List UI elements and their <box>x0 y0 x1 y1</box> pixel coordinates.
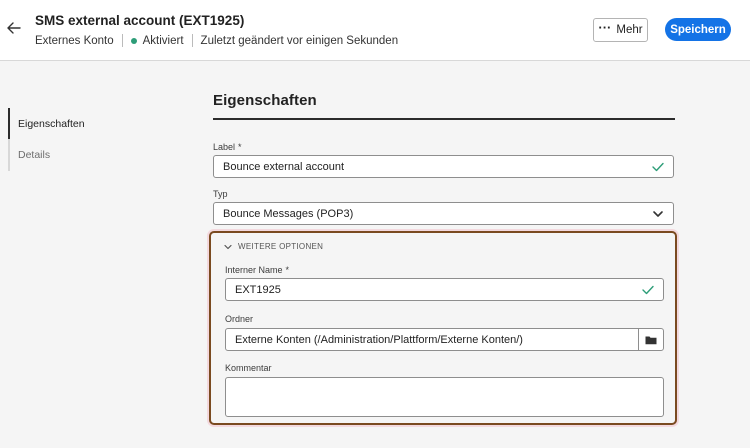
status-badge: Aktiviert <box>142 34 184 47</box>
type-field-label: Typ <box>213 189 228 199</box>
divider <box>191 34 193 47</box>
sidebar-item-details[interactable]: Details <box>8 139 148 171</box>
more-button-label: Mehr <box>616 24 643 36</box>
sidebar: Eigenschaften Details <box>0 62 200 448</box>
label-input-value: Bounce external account <box>223 160 345 173</box>
folder-value: Externe Konten (/Administration/Plattfor… <box>235 333 523 346</box>
status-dot-icon <box>130 37 137 44</box>
chevron-down-icon <box>653 210 663 217</box>
internal-name-input[interactable]: EXT1925 <box>225 278 664 301</box>
more-button[interactable]: ··· Mehr <box>593 18 648 42</box>
arrow-left-icon <box>7 22 21 34</box>
section-divider <box>213 118 675 120</box>
internal-name-label: Interner Name * <box>225 265 290 275</box>
more-options-toggle[interactable]: WEITERE OPTIONEN <box>224 242 323 251</box>
folder-field-label: Ordner <box>225 314 254 324</box>
page-title: SMS external account (EXT1925) <box>35 13 245 28</box>
required-icon: * <box>238 142 242 152</box>
sidebar-item-eigenschaften[interactable]: Eigenschaften <box>8 108 148 140</box>
type-select-value: Bounce Messages (POP3) <box>223 207 354 220</box>
last-modified: Zuletzt geändert vor einigen Sekunden <box>200 34 399 47</box>
more-options-label: WEITERE OPTIONEN <box>238 242 324 251</box>
page-header: SMS external account (EXT1925) Externes … <box>0 0 750 61</box>
back-button[interactable] <box>4 18 24 38</box>
save-button[interactable]: Speichern <box>665 18 731 41</box>
internal-name-value: EXT1925 <box>235 283 281 296</box>
checkmark-icon <box>642 285 654 294</box>
comment-textarea[interactable] <box>225 377 664 417</box>
ellipsis-icon: ··· <box>598 19 612 35</box>
type-select[interactable]: Bounce Messages (POP3) <box>213 202 674 225</box>
checkmark-icon <box>652 162 664 171</box>
folder-input[interactable]: Externe Konten (/Administration/Plattfor… <box>225 328 664 351</box>
comment-field-label: Kommentar <box>225 363 272 373</box>
divider <box>121 34 123 47</box>
header-meta: Externes Konto Aktiviert Zuletzt geänder… <box>35 34 398 47</box>
section-title: Eigenschaften <box>213 92 317 109</box>
label-field-label: Label * <box>213 142 242 152</box>
more-options-panel: WEITERE OPTIONEN Interner Name * EXT1925 … <box>209 231 677 425</box>
folder-icon <box>645 336 657 344</box>
account-type: Externes Konto <box>35 34 114 47</box>
chevron-down-icon <box>224 244 232 249</box>
label-input[interactable]: Bounce external account <box>213 155 674 178</box>
required-icon: * <box>285 265 290 275</box>
folder-picker-button[interactable] <box>638 329 663 350</box>
